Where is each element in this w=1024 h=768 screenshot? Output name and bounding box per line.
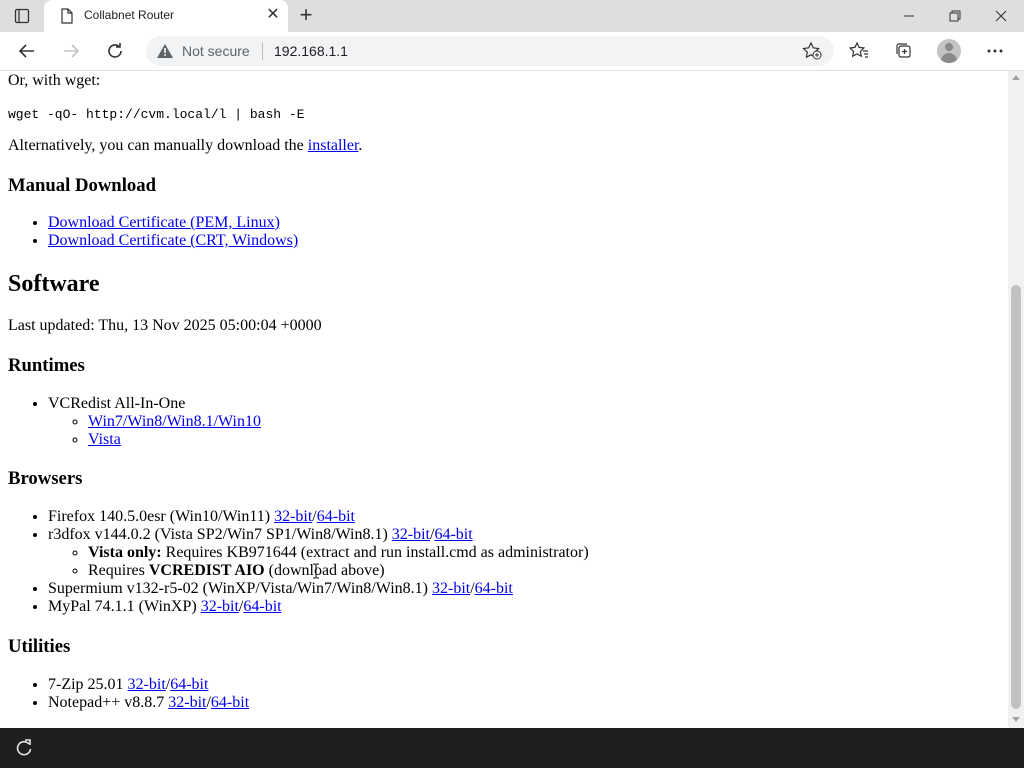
favorites-icon[interactable] (844, 36, 874, 66)
supermium-label: Supermium v132-r5-02 (WinXP/Vista/Win7/W… (48, 580, 432, 597)
scroll-up-icon[interactable] (1012, 75, 1020, 80)
restore-icon[interactable] (932, 0, 978, 32)
forward-icon[interactable] (56, 36, 86, 66)
security-label[interactable]: Not secure (182, 43, 250, 59)
runtimes-heading: Runtimes (8, 355, 85, 376)
tab-bar: Collabnet Router ✕ + (0, 0, 1024, 32)
alternative-suffix: . (358, 137, 363, 154)
list-item: Requires VCREDIST AIO (download above) (88, 562, 948, 580)
list-item: Download Certificate (CRT, Windows) (48, 232, 648, 250)
refresh-icon[interactable] (100, 36, 130, 66)
r3dfox-32-link[interactable]: 32-bit (392, 526, 430, 543)
page-viewport: Or, with wget: wget -qO- http://cvm.loca… (0, 71, 1008, 728)
sevenzip-64-link[interactable]: 64-bit (170, 676, 208, 693)
sevenzip-label: 7-Zip 25.01 (48, 676, 128, 693)
tab-actions-icon[interactable] (14, 8, 30, 24)
alternative-text: Alternatively, you can manually download… (8, 137, 362, 155)
r3dfox-label: r3dfox v144.0.2 (Vista SP2/Win7 SP1/Win8… (48, 526, 392, 543)
manual-download-heading: Manual Download (8, 175, 156, 196)
supermium-64-link[interactable]: 64-bit (475, 580, 513, 597)
wget-command: wget -qO- http://cvm.local/l | bash -E (8, 107, 305, 122)
browsers-heading: Browsers (8, 468, 83, 489)
new-tab-icon[interactable]: + (294, 4, 318, 28)
requires-bold: VCREDIST AIO (148, 562, 265, 579)
runtimes-list: VCRedist All-In-One Win7/Win8/Win8.1/Win… (8, 395, 748, 449)
text-cursor-icon (312, 563, 320, 579)
requires-suffix: (download above) (264, 562, 385, 579)
collections-icon[interactable] (889, 36, 919, 66)
minimize-icon[interactable] (886, 0, 932, 32)
more-menu-icon[interactable] (980, 36, 1010, 66)
firefox-64-link[interactable]: 64-bit (317, 508, 355, 525)
list-item: 7-Zip 25.01 32-bit/64-bit (48, 676, 748, 694)
utilities-heading: Utilities (8, 636, 71, 657)
mypal-64-link[interactable]: 64-bit (243, 598, 281, 615)
vista-only-bold: Vista only: (88, 544, 162, 561)
close-window-icon[interactable] (978, 0, 1024, 32)
page-icon (60, 8, 74, 29)
alternative-prefix: Alternatively, you can manually download… (8, 137, 308, 154)
vcredist-win-link[interactable]: Win7/Win8/Win8.1/Win10 (88, 413, 261, 430)
wget-intro: Or, with wget: (8, 72, 101, 89)
installer-link[interactable]: installer (308, 137, 359, 154)
mypal-32-link[interactable]: 32-bit (201, 598, 239, 615)
notepad-label: Notepad++ v8.8.7 (48, 694, 169, 711)
vista-only-text: Requires KB971644 (extract and run insta… (161, 544, 589, 561)
list-item: Supermium v132-r5-02 (WinXP/Vista/Win7/W… (48, 580, 948, 598)
vcredist-vista-link[interactable]: Vista (88, 431, 121, 448)
list-item: Firefox 140.5.0esr (Win10/Win11) 32-bit/… (48, 508, 948, 526)
r3dfox-notes: Vista only: Requires KB971644 (extract a… (48, 544, 948, 580)
notepad-32-link[interactable]: 32-bit (168, 694, 206, 711)
r3dfox-64-link[interactable]: 64-bit (434, 526, 472, 543)
url-text[interactable]: 192.168.1.1 (274, 43, 348, 59)
requires-prefix: Requires (88, 562, 149, 579)
vcredist-sublist: Win7/Win8/Win8.1/Win10 Vista (48, 413, 748, 449)
address-separator (262, 42, 263, 60)
list-item: Notepad++ v8.8.7 32-bit/64-bit (48, 694, 748, 712)
power-refresh-icon[interactable] (14, 738, 34, 763)
supermium-32-link[interactable]: 32-bit (432, 580, 470, 597)
list-item: VCRedist All-In-One Win7/Win8/Win8.1/Win… (48, 395, 748, 449)
browser-toolbar: Not secure 192.168.1.1 (0, 32, 1024, 71)
utilities-list: 7-Zip 25.01 32-bit/64-bit Notepad++ v8.8… (8, 676, 748, 712)
address-bar[interactable]: Not secure 192.168.1.1 (146, 36, 834, 66)
cert-crt-link[interactable]: Download Certificate (CRT, Windows) (48, 232, 298, 249)
list-item: MyPal 74.1.1 (WinXP) 32-bit/64-bit (48, 598, 948, 616)
list-item: Vista (88, 431, 748, 449)
tab-title: Collabnet Router (84, 8, 175, 22)
list-item: Download Certificate (PEM, Linux) (48, 214, 648, 232)
back-icon[interactable] (12, 36, 42, 66)
list-item: Vista only: Requires KB971644 (extract a… (88, 544, 948, 562)
bottom-taskbar (0, 728, 1024, 768)
scroll-thumb[interactable] (1011, 285, 1021, 709)
vcredist-label: VCRedist All-In-One (48, 395, 186, 412)
vertical-scrollbar[interactable] (1008, 71, 1024, 728)
profile-avatar-icon[interactable] (937, 39, 961, 63)
software-heading: Software (8, 271, 100, 297)
active-tab[interactable]: Collabnet Router ✕ (44, 0, 288, 32)
mypal-label: MyPal 74.1.1 (WinXP) (48, 598, 201, 615)
firefox-32-link[interactable]: 32-bit (274, 508, 312, 525)
cert-pem-link[interactable]: Download Certificate (PEM, Linux) (48, 214, 280, 231)
notepad-64-link[interactable]: 64-bit (211, 694, 249, 711)
close-tab-icon[interactable]: ✕ (264, 6, 282, 24)
firefox-label: Firefox 140.5.0esr (Win10/Win11) (48, 508, 275, 525)
list-item: Win7/Win8/Win8.1/Win10 (88, 413, 748, 431)
scroll-down-icon[interactable] (1012, 717, 1020, 722)
add-favorite-icon[interactable] (802, 41, 822, 65)
last-updated: Last updated: Thu, 13 Nov 2025 05:00:04 … (8, 317, 322, 334)
certificate-list: Download Certificate (PEM, Linux) Downlo… (8, 214, 648, 250)
sevenzip-32-link[interactable]: 32-bit (128, 676, 166, 693)
browsers-list: Firefox 140.5.0esr (Win10/Win11) 32-bit/… (8, 508, 948, 616)
list-item: r3dfox v144.0.2 (Vista SP2/Win7 SP1/Win8… (48, 526, 948, 580)
warning-icon[interactable] (156, 43, 174, 64)
